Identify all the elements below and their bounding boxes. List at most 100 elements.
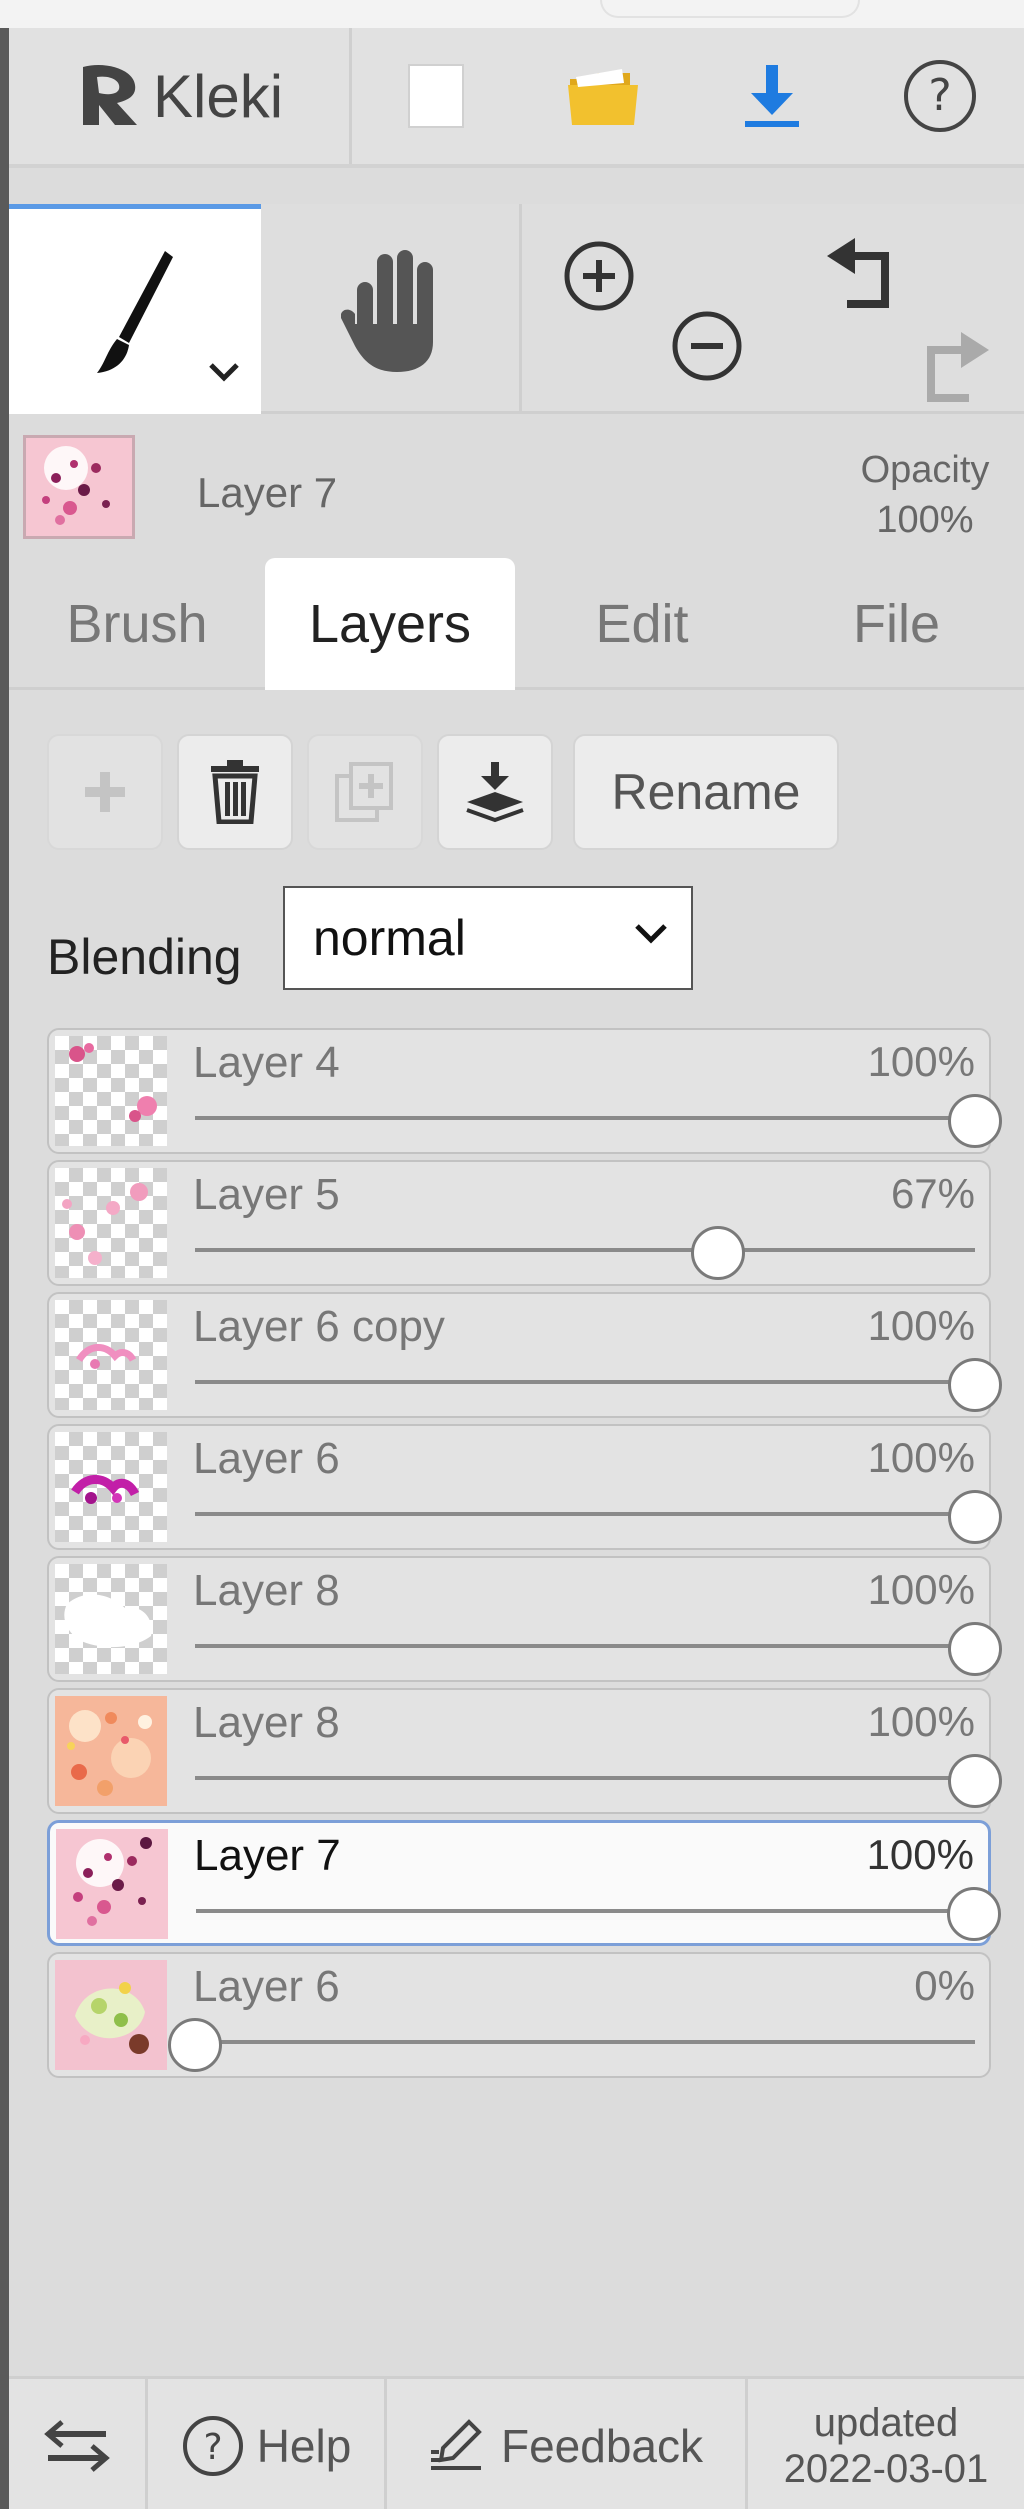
layer-thumbnail (55, 1696, 167, 1806)
tool-divider (519, 204, 522, 414)
feedback-label: Feedback (500, 2419, 703, 2472)
add-layer-button[interactable] (47, 734, 163, 850)
layer-name: Layer 6 (193, 1434, 340, 1483)
blending-select[interactable]: normal (283, 886, 693, 990)
layer-opacity-knob[interactable] (948, 1358, 1002, 1412)
open-file-button[interactable] (520, 28, 688, 164)
help-button[interactable]: ? (856, 28, 1024, 164)
duplicate-layer-button[interactable] (307, 734, 423, 850)
app-name: Kleki (152, 62, 284, 130)
delete-layer-button[interactable] (177, 734, 293, 850)
layer-opacity-value: 100% (867, 1698, 975, 1745)
layer-thumbnail (55, 1564, 167, 1674)
kleki-logo[interactable]: Kleki (9, 28, 349, 164)
layer-opacity-track[interactable] (195, 1644, 975, 1648)
layer-name: Layer 8 (193, 1566, 340, 1615)
blending-label: Blending (47, 929, 242, 985)
layer-row-selected[interactable]: Layer 7 100% (47, 1820, 1001, 1946)
browser-top-strip (0, 0, 1024, 28)
kleki-logo-icon (82, 65, 137, 125)
layer-art (62, 1183, 148, 1265)
layer-name: Layer 6 (193, 1962, 340, 2011)
layer-art (69, 1043, 157, 1122)
layer-row[interactable]: Layer 8 100% (47, 1688, 1002, 1814)
layer-thumbnail (55, 1300, 167, 1410)
layer-row[interactable]: Layer 8 100% (47, 1556, 1002, 1682)
browser-tab-hint (600, 0, 860, 18)
download-icon (745, 65, 799, 127)
layer-opacity-track[interactable] (195, 1512, 975, 1516)
new-file-icon (408, 64, 464, 128)
hand-tool-button[interactable] (261, 204, 519, 414)
layer-opacity-value: 67% (890, 1170, 975, 1217)
redo-icon[interactable] (915, 328, 995, 408)
current-layer-name: Layer 7 (197, 469, 338, 516)
updated-info[interactable]: updated 2022-03-01 (748, 2379, 1024, 2509)
layer-row[interactable]: Layer 6 100% (47, 1424, 1002, 1550)
layer-name: Layer 6 copy (193, 1302, 445, 1351)
help-link[interactable]: ? Help (148, 2379, 384, 2509)
blending-value: normal (313, 910, 466, 966)
layer-opacity-knob[interactable] (168, 2018, 222, 2072)
hand-icon (341, 250, 433, 372)
tab-layers[interactable]: Layers (265, 558, 515, 690)
layer-opacity-track[interactable] (195, 1248, 975, 1252)
layer-opacity-track[interactable] (196, 1909, 974, 1913)
layer-opacity-knob[interactable] (948, 1490, 1002, 1544)
left-edge (0, 28, 9, 2509)
layer-art (55, 1960, 167, 2070)
layer-opacity-value: 0% (914, 1962, 975, 2009)
layer-name: Layer 4 (193, 1038, 340, 1087)
layer-opacity-knob[interactable] (948, 1094, 1002, 1148)
swap-icon (44, 2419, 110, 2472)
layer-opacity-track[interactable] (195, 2040, 975, 2044)
download-button[interactable] (688, 28, 856, 164)
layer-opacity-track[interactable] (195, 1380, 975, 1384)
layer-art (55, 1696, 167, 1806)
layer-name: Layer 5 (193, 1170, 340, 1219)
updated-date: 2022-03-01 (783, 2446, 989, 2491)
zoom-out-icon[interactable] (669, 308, 745, 384)
chevron-down-icon[interactable] (207, 361, 241, 383)
layer-thumbnail (55, 1960, 167, 2070)
layer-row[interactable]: Layer 4 100% (47, 1028, 1002, 1154)
layer-opacity-knob[interactable] (690, 1226, 745, 1280)
current-layer-opacity[interactable]: Opacity 100% (840, 445, 1010, 545)
tool-row (9, 204, 1024, 414)
layer-thumbnail (55, 1168, 167, 1278)
layer-opacity-value: 100% (867, 1566, 975, 1613)
tab-brush[interactable]: Brush (9, 558, 265, 690)
chevron-down-icon (635, 924, 667, 944)
feedback-link[interactable]: Feedback (387, 2379, 745, 2509)
layer-opacity-knob[interactable] (947, 1887, 1001, 1941)
brush-tool-button[interactable] (9, 204, 261, 414)
trash-icon (211, 760, 259, 824)
layer-name: Layer 7 (194, 1831, 341, 1880)
layer-art (71, 1475, 140, 1504)
merge-down-button[interactable] (437, 734, 553, 850)
layer-thumbnail (55, 1036, 167, 1146)
help-icon: ? (182, 2415, 243, 2476)
updated-label: updated (813, 2400, 959, 2445)
new-file-button[interactable] (352, 28, 520, 164)
panel-tabs: Brush Layers Edit File (9, 558, 1024, 690)
layer-opacity-knob[interactable] (948, 1622, 1002, 1676)
layer-art (64, 1594, 152, 1648)
layer-opacity-knob[interactable] (948, 1754, 1002, 1808)
layer-row[interactable]: Layer 6 copy 100% (47, 1292, 1002, 1418)
layer-opacity-track[interactable] (195, 1116, 975, 1120)
layer-row[interactable]: Layer 6 0% (47, 1952, 991, 2078)
undo-icon[interactable] (821, 234, 901, 314)
zoom-in-icon[interactable] (561, 238, 637, 314)
layer-row[interactable]: Layer 5 67% (47, 1160, 991, 1286)
open-folder-icon (568, 69, 638, 125)
layer-opacity-value: 100% (867, 1302, 975, 1349)
tab-file[interactable]: File (769, 558, 1024, 690)
layer-opacity-value: 100% (867, 1434, 975, 1481)
layer-opacity-track[interactable] (195, 1776, 975, 1780)
feedback-icon (430, 2418, 482, 2470)
rename-layer-button[interactable]: Rename (573, 734, 839, 850)
duplicate-icon (335, 762, 393, 822)
swap-side-button[interactable] (9, 2379, 145, 2509)
tab-edit[interactable]: Edit (515, 558, 769, 690)
